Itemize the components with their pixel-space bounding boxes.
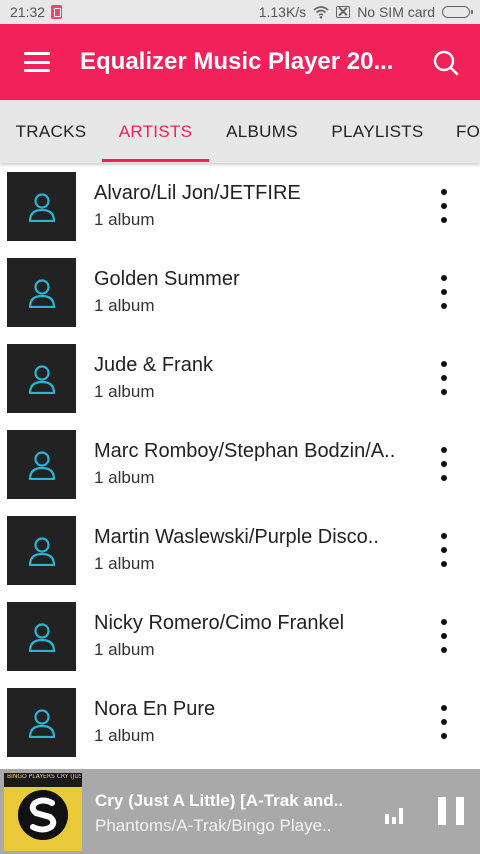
artist-thumbnail bbox=[7, 344, 76, 413]
more-vert-icon[interactable] bbox=[432, 189, 456, 223]
artist-thumbnail bbox=[7, 516, 76, 585]
spinnin-logo-icon bbox=[18, 790, 68, 840]
carrier-label: No SIM card bbox=[357, 4, 435, 20]
person-icon bbox=[28, 364, 55, 394]
network-speed: 1.13K/s bbox=[258, 4, 307, 20]
tab-playlists[interactable]: PLAYLISTS bbox=[315, 100, 440, 163]
artist-thumbnail bbox=[7, 258, 76, 327]
tab-artists[interactable]: ARTISTS bbox=[102, 100, 209, 163]
album-art-text: BINGO PLAYERS CRY (JUST A LITTLE) A-TRAK… bbox=[7, 774, 81, 780]
status-left: 21:32 bbox=[10, 4, 63, 20]
album-count: 1 album bbox=[94, 210, 155, 229]
person-icon bbox=[28, 192, 55, 222]
tab-folders[interactable]: FO bbox=[440, 100, 480, 163]
artist-name: Golden Summer bbox=[94, 268, 240, 290]
battery-icon bbox=[442, 6, 473, 18]
status-bar: 21:32 1.13K/s No SIM card bbox=[0, 0, 480, 24]
artist-name: Nicky Romero/Cimo Frankel bbox=[94, 612, 345, 634]
artist-row[interactable]: Alvaro/Lil Jon/JETFIRE 1 album bbox=[0, 165, 480, 251]
now-playing-title: Cry (Just A Little) [A-Trak and.. bbox=[95, 791, 344, 810]
artist-thumbnail bbox=[7, 172, 76, 241]
tab-albums[interactable]: ALBUMS bbox=[209, 100, 315, 163]
artist-row[interactable]: Golden Summer 1 album bbox=[0, 251, 480, 337]
notification-app-icon bbox=[51, 5, 63, 19]
tab-tracks[interactable]: TRACKS bbox=[0, 100, 102, 163]
album-count: 1 album bbox=[94, 726, 155, 745]
artist-name: Alvaro/Lil Jon/JETFIRE bbox=[94, 182, 301, 204]
active-tab-indicator bbox=[102, 159, 209, 162]
search-icon[interactable] bbox=[432, 49, 460, 77]
more-vert-icon[interactable] bbox=[432, 533, 456, 567]
more-vert-icon[interactable] bbox=[432, 619, 456, 653]
album-count: 1 album bbox=[94, 468, 155, 487]
more-vert-icon[interactable] bbox=[432, 275, 456, 309]
album-count: 1 album bbox=[94, 296, 155, 315]
status-right: 1.13K/s No SIM card bbox=[258, 4, 473, 20]
album-count: 1 album bbox=[94, 382, 155, 401]
person-icon bbox=[28, 278, 55, 308]
artist-row[interactable]: Martin Waslewski/Purple Disco.. 1 album bbox=[0, 509, 480, 595]
artist-thumbnail bbox=[7, 430, 76, 499]
tab-bar: TRACKS ARTISTS ALBUMS PLAYLISTS FO bbox=[0, 100, 480, 163]
artist-row[interactable]: Jude & Frank 1 album bbox=[0, 337, 480, 423]
status-time: 21:32 bbox=[10, 4, 46, 20]
now-playing-artist: Phantoms/A-Trak/Bingo Playe.. bbox=[95, 816, 332, 835]
no-sim-icon bbox=[336, 6, 351, 18]
artist-thumbnail bbox=[7, 688, 76, 757]
artist-name: Nora En Pure bbox=[94, 698, 216, 720]
artist-row[interactable]: Nora En Pure 1 album bbox=[0, 681, 480, 767]
artist-row[interactable]: Marc Romboy/Stephan Bodzin/A.. 1 album bbox=[0, 423, 480, 509]
now-playing-bar[interactable]: BINGO PLAYERS CRY (JUST A LITTLE) A-TRAK… bbox=[0, 769, 480, 854]
app-bar: Equalizer Music Player 20... bbox=[0, 24, 480, 100]
more-vert-icon[interactable] bbox=[432, 447, 456, 481]
album-count: 1 album bbox=[94, 554, 155, 573]
artist-name: Jude & Frank bbox=[94, 354, 213, 376]
album-art: BINGO PLAYERS CRY (JUST A LITTLE) A-TRAK… bbox=[4, 773, 82, 851]
person-icon bbox=[28, 536, 55, 566]
artist-list: Alvaro/Lil Jon/JETFIRE 1 album Golden Su… bbox=[0, 165, 480, 769]
artist-name: Marc Romboy/Stephan Bodzin/A.. bbox=[94, 440, 396, 462]
artist-thumbnail bbox=[7, 602, 76, 671]
person-icon bbox=[28, 450, 55, 480]
more-vert-icon[interactable] bbox=[432, 361, 456, 395]
pause-icon[interactable] bbox=[437, 797, 465, 825]
artist-row[interactable]: Nicky Romero/Cimo Frankel 1 album bbox=[0, 595, 480, 681]
person-icon bbox=[28, 622, 55, 652]
album-count: 1 album bbox=[94, 640, 155, 659]
equalizer-icon[interactable] bbox=[384, 804, 404, 824]
app-title: Equalizer Music Player 20... bbox=[80, 48, 394, 75]
more-vert-icon[interactable] bbox=[432, 705, 456, 739]
person-icon bbox=[28, 708, 55, 738]
artist-name: Martin Waslewski/Purple Disco.. bbox=[94, 526, 379, 548]
menu-icon[interactable] bbox=[24, 52, 50, 72]
wifi-icon bbox=[313, 6, 329, 19]
